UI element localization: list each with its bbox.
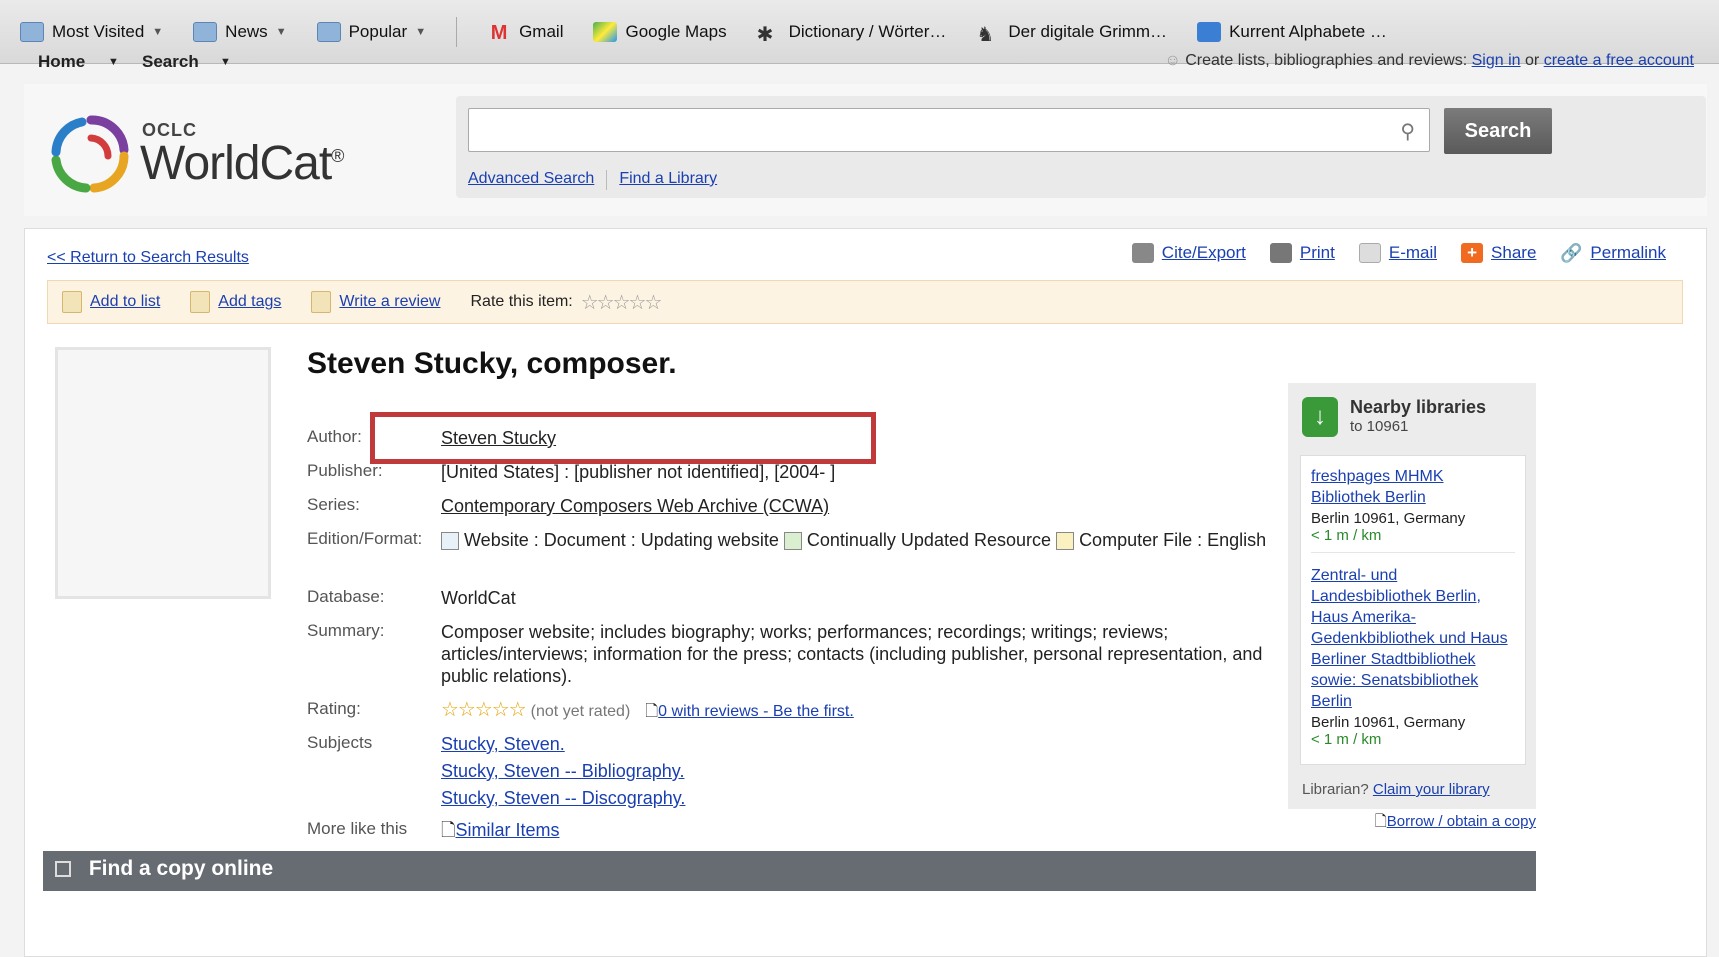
collapse-icon	[55, 861, 71, 878]
record-tools: Cite/Export Print E-mail + Share 🔗 Perma…	[1131, 243, 1666, 263]
publisher-value: [United States] : [publisher not identif…	[441, 462, 836, 482]
bookmark-dictionary[interactable]: ✱ Dictionary / Wörter…	[756, 22, 947, 46]
search-icon: ⚲	[1400, 121, 1415, 143]
permalink-button[interactable]: 🔗 Permalink	[1560, 243, 1666, 263]
rating-stars: ☆☆☆☆☆	[441, 699, 527, 721]
link-icon: 🔗	[1560, 243, 1583, 263]
computer-file-icon	[1056, 532, 1075, 551]
find-library-link[interactable]: Find a Library	[619, 170, 717, 190]
location-pin-icon: ↓	[1302, 397, 1338, 437]
kurrent-icon	[1197, 21, 1222, 42]
list-icon	[62, 291, 82, 313]
search-links: Advanced Search Find a Library	[468, 170, 717, 190]
add-tags-button[interactable]: Add tags	[190, 291, 281, 313]
summary-value: Composer website; includes biography; wo…	[441, 622, 1263, 686]
toolbar-separator	[456, 16, 458, 47]
link-divider	[606, 170, 608, 190]
tag-icon	[190, 291, 211, 313]
borrow-link[interactable]: Borrow / obtain a copy	[1387, 813, 1536, 830]
library-item: freshpages MHMK Bibliothek Berlin Berlin…	[1311, 466, 1515, 553]
document-icon: 🗋	[441, 820, 456, 840]
grimm-icon: ♞	[976, 23, 995, 46]
edition-value: Website : Document : Updating website Co…	[441, 529, 1281, 551]
document-icon: 🗋	[1374, 813, 1387, 830]
series-link[interactable]: Contemporary Composers Web Archive (CCWA…	[441, 495, 1281, 517]
bookmark-news[interactable]: News ▼	[193, 21, 287, 42]
reviews-link[interactable]: 0 with reviews - Be the first.	[658, 703, 854, 720]
bookmark-gmail[interactable]: M Gmail	[487, 21, 564, 44]
cover-image-placeholder	[55, 347, 271, 599]
search-button[interactable]: Search	[1444, 108, 1552, 154]
folder-icon	[193, 21, 218, 42]
subject-link[interactable]: Stucky, Steven.	[441, 733, 1281, 755]
item-action-bar: Add to list Add tags Write a review Rate…	[47, 280, 1683, 324]
return-to-results-link[interactable]: << Return to Search Results	[47, 249, 249, 267]
account-prompt: ☺ Create lists, bibliographies and revie…	[1164, 52, 1694, 69]
find-copy-online-header[interactable]: Find a copy online	[43, 851, 1536, 891]
nav-search[interactable]: Search	[142, 52, 199, 72]
subject-link[interactable]: Stucky, Steven -- Bibliography.	[441, 760, 1281, 782]
bookmark-kurrent[interactable]: Kurrent Alphabete …	[1197, 21, 1387, 42]
write-review-button[interactable]: Write a review	[311, 291, 440, 313]
share-button[interactable]: + Share	[1461, 243, 1536, 263]
gmail-icon: M	[490, 21, 508, 44]
star-folder-icon	[20, 21, 44, 42]
print-button[interactable]: Print	[1269, 243, 1335, 263]
nearby-libraries-panel: ↓ Nearby libraries to 10961 freshpages M…	[1288, 383, 1536, 809]
review-doc-icon: 🗋	[645, 703, 659, 720]
subjects-list: Stucky, Steven. Stucky, Steven -- Biblio…	[441, 733, 1281, 814]
chevron-down-icon[interactable]: ▼	[108, 56, 119, 68]
author-link[interactable]: Steven Stucky	[441, 427, 1281, 449]
rating-value: ☆☆☆☆☆ (not yet rated) 🗋0 with reviews - …	[441, 699, 854, 721]
library-link[interactable]: freshpages MHMK Bibliothek Berlin	[1311, 466, 1515, 508]
search-panel: ⚲ Search Advanced Search Find a Library	[456, 96, 1706, 198]
sign-in-link[interactable]: Sign in	[1472, 52, 1521, 69]
top-navigation: Home ▼ Search ▼ ☺ Create lists, bibliogr…	[24, 52, 1694, 80]
printer-icon	[1269, 243, 1292, 263]
chevron-down-icon: ▼	[415, 25, 427, 38]
maps-icon	[593, 21, 618, 42]
similar-items-link[interactable]: Similar Items	[455, 820, 559, 840]
bookmark-most-visited[interactable]: Most Visited ▼	[20, 21, 164, 42]
updating-resource-icon	[783, 532, 802, 551]
nearby-libraries-list: freshpages MHMK Bibliothek Berlin Berlin…	[1300, 455, 1526, 765]
search-input[interactable]: ⚲	[468, 108, 1430, 152]
envelope-icon	[1358, 243, 1381, 263]
worldcat-logo[interactable]: OCLC WorldCat®	[46, 104, 346, 204]
people-icon: ☺	[1164, 52, 1181, 69]
worldcat-wordmark: WorldCat®	[140, 137, 344, 190]
record-content: << Return to Search Results Cite/Export …	[24, 228, 1707, 957]
dictionary-icon: ✱	[756, 23, 774, 46]
cite-icon	[1131, 243, 1154, 263]
bookmark-google-maps[interactable]: Google Maps	[593, 21, 727, 42]
plus-icon: +	[1461, 243, 1484, 263]
bookmark-popular[interactable]: Popular ▼	[316, 21, 427, 42]
rating-stars-input[interactable]: ☆☆☆☆☆	[581, 290, 663, 315]
email-button[interactable]: E-mail	[1358, 243, 1437, 263]
review-icon	[311, 291, 332, 313]
create-account-link[interactable]: create a free account	[1544, 52, 1694, 69]
rate-item: Rate this item: ☆☆☆☆☆	[470, 290, 663, 315]
chevron-down-icon[interactable]: ▼	[220, 56, 231, 68]
database-value: WorldCat	[441, 588, 516, 608]
worldcat-swirl-icon	[51, 115, 129, 193]
advanced-search-link[interactable]: Advanced Search	[468, 170, 594, 190]
chevron-down-icon: ▼	[152, 25, 164, 38]
folder-icon	[316, 21, 341, 42]
subject-link[interactable]: Stucky, Steven -- Discography.	[441, 787, 1281, 809]
worldcat-page: Home ▼ Search ▼ ☺ Create lists, bibliogr…	[0, 52, 1719, 957]
borrow-copy: 🗋Borrow / obtain a copy	[1375, 811, 1536, 836]
library-item: Zentral- und Landesbibliothek Berlin, Ha…	[1311, 565, 1515, 756]
add-to-list-button[interactable]: Add to list	[62, 291, 160, 313]
claim-library-link[interactable]: Claim your library	[1373, 781, 1490, 798]
bookmark-grimm[interactable]: ♞ Der digitale Grimm…	[976, 22, 1167, 46]
record-title: Steven Stucky, composer.	[307, 347, 677, 380]
cite-export-button[interactable]: Cite/Export	[1131, 243, 1246, 263]
site-header: OCLC WorldCat® ⚲ Search Advanced Search …	[24, 84, 1707, 216]
chevron-down-icon: ▼	[275, 25, 287, 38]
library-link[interactable]: Zentral- und Landesbibliothek Berlin, Ha…	[1311, 565, 1515, 712]
nav-home[interactable]: Home	[38, 52, 85, 72]
website-icon	[441, 532, 459, 551]
